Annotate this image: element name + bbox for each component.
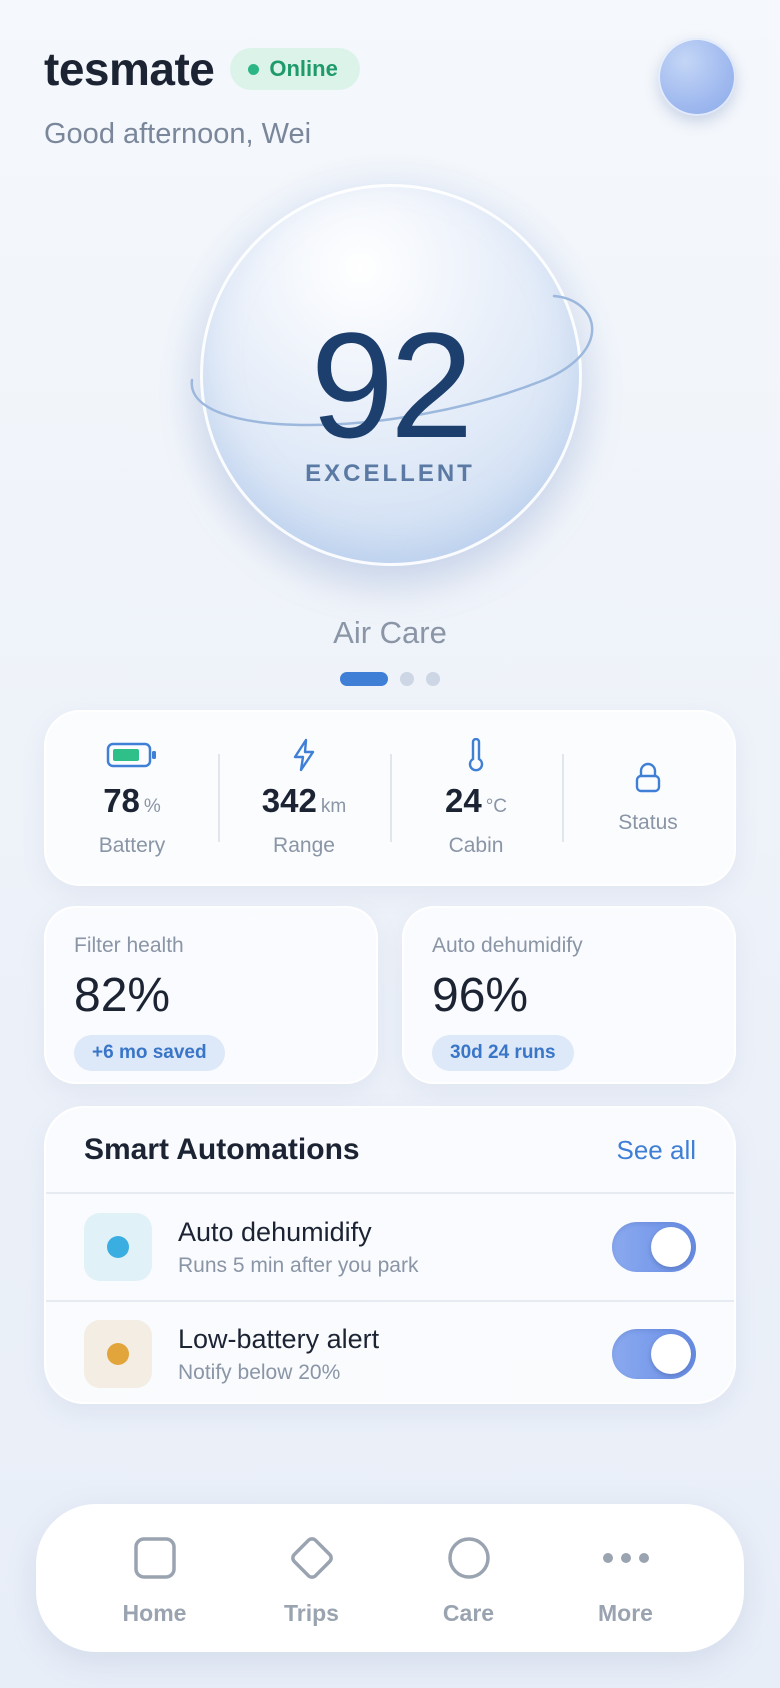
automation-icon [84,1320,152,1388]
filter-health-card[interactable]: Filter health 82% +6 mo saved [44,906,378,1084]
nav-trips[interactable]: Trips [252,1530,372,1627]
page-indicator[interactable] [0,672,780,686]
low-battery-alert-toggle[interactable] [612,1329,696,1379]
thermometer-icon [466,738,486,772]
score-value: 92 [310,301,474,469]
online-dot-icon [248,63,260,75]
vehicle-stats-card: 78% Battery 342 km Range 24 °C Cabin Statu… [44,710,736,886]
metric-title: Filter health [74,934,184,957]
dot-icon [107,1343,129,1365]
online-status-label: Online [269,56,338,81]
nav-more[interactable]: More [566,1530,686,1627]
toggle-knob [651,1334,691,1374]
automation-name: Auto dehumidify [178,1216,372,1247]
automation-icon [84,1213,152,1281]
avatar[interactable] [658,38,736,116]
stat-range-value: 342 km [261,782,347,819]
page-dot-2[interactable] [400,672,414,686]
score-label: EXCELLENT [305,460,475,487]
metric-value: 82% [74,969,171,1022]
lock-icon [634,761,662,795]
diamond-icon [285,1530,339,1586]
page-dot-3[interactable] [426,672,440,686]
stat-battery-label: Battery [98,834,166,857]
circle-icon [446,1530,492,1586]
automation-row-auto-dehumidify[interactable]: Auto dehumidify Runs 5 min after you par… [46,1194,734,1300]
stat-status-label: Status [618,811,678,834]
dot-icon [107,1236,129,1258]
automation-name: Low-battery alert [178,1323,380,1354]
online-status-badge: Online [230,48,360,90]
greeting: Good afternoon, Wei [44,118,312,150]
stat-battery-value: 78% [103,782,161,819]
bottom-nav: Home Trips Care More [36,1504,744,1652]
nav-label: Trips [284,1599,339,1626]
stat-cabin[interactable]: 24 °C Cabin [390,712,562,884]
stat-battery[interactable]: 78% Battery [46,712,218,884]
nav-care[interactable]: Care [409,1530,529,1627]
card-title: Air Care [333,615,447,650]
air-score-orb[interactable]: 92 EXCELLENT [160,150,620,610]
header: tesmate Online Good afternoon, Wei [44,38,736,150]
see-all-link[interactable]: See all [617,1135,697,1166]
stat-cabin-label: Cabin [448,834,504,857]
smart-automations-card: Smart Automations See all Auto dehumidif… [44,1106,736,1404]
stat-cabin-value: 24 °C [444,782,508,819]
page-dot-1[interactable] [340,672,388,686]
automation-text: Low-battery alert Notify below 20% [178,1324,612,1385]
automation-desc: Runs 5 min after you park [178,1253,419,1277]
app-title: tesmate [44,43,215,95]
stat-range-label: Range [273,834,335,857]
auto-dehumidify-toggle[interactable] [612,1222,696,1272]
automation-text: Auto dehumidify Runs 5 min after you par… [178,1217,612,1278]
nav-label: Home [122,1599,187,1626]
lightning-icon [291,738,317,772]
metric-title: Auto dehumidify [432,934,583,957]
toggle-knob [651,1227,691,1267]
stat-status[interactable]: Status [562,712,734,884]
battery-icon [106,738,158,772]
metric-value: 96% [432,969,529,1022]
brand-row: tesmate Online [44,42,736,96]
stat-range[interactable]: 342 km Range [218,712,390,884]
nav-label: More [598,1599,653,1626]
nav-home[interactable]: Home [95,1530,215,1627]
automation-row-low-battery[interactable]: Low-battery alert Notify below 20% [46,1300,734,1402]
automations-header: Smart Automations See all [46,1108,734,1194]
auto-dehumidify-card[interactable]: Auto dehumidify 96% 30d 24 runs [402,906,736,1084]
nav-label: Care [442,1599,495,1626]
automations-title: Smart Automations [84,1133,360,1166]
square-icon [133,1530,177,1586]
metric-chip: 30d 24 runs [432,1035,574,1071]
metric-chip: +6 mo saved [74,1035,225,1071]
automation-desc: Notify below 20% [178,1360,341,1384]
more-dots-icon [602,1530,650,1586]
